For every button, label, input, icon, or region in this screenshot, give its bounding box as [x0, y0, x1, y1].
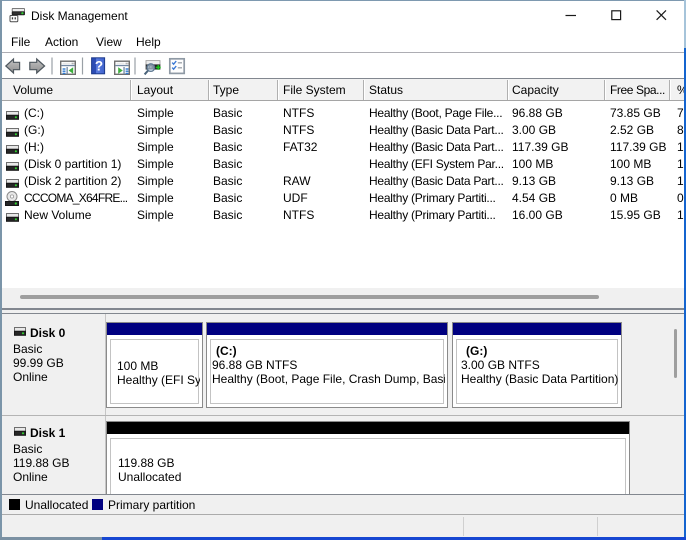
svg-text:?: ?	[95, 58, 103, 73]
